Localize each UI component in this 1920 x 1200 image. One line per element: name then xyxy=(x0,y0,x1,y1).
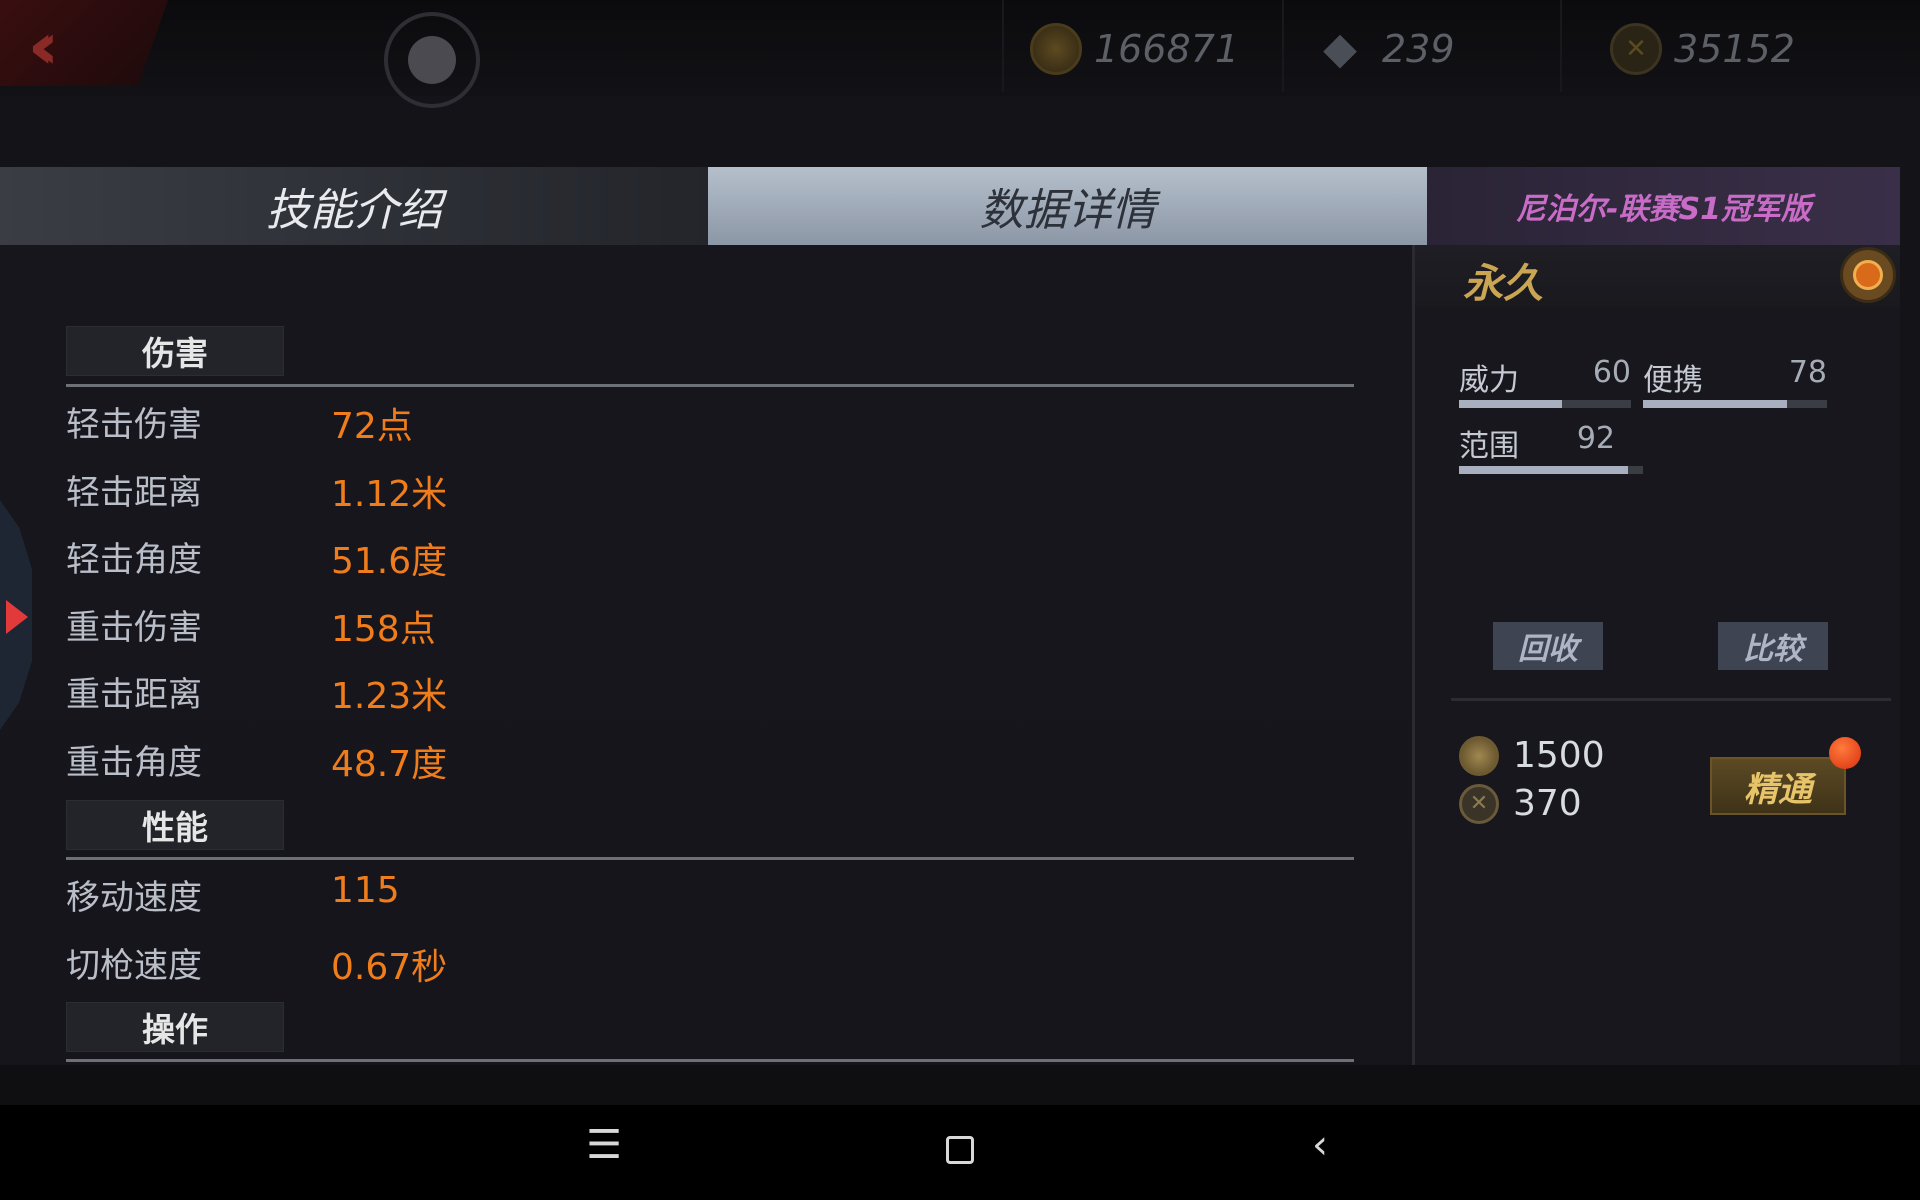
stat-value: 158点 xyxy=(331,609,436,650)
attr-portability: 便携 78 xyxy=(1643,355,1827,410)
gold-coin-icon xyxy=(1459,735,1499,776)
medal-icon: ✕ xyxy=(1610,23,1662,75)
panel-divider xyxy=(1451,698,1891,701)
attr-value: 92 xyxy=(1576,421,1615,456)
divider xyxy=(1560,0,1562,92)
attr-label: 便携 xyxy=(1643,363,1703,398)
medal-icon: ✕ xyxy=(1459,783,1499,824)
menu-icon[interactable]: ☰ xyxy=(574,1122,634,1168)
section-divider xyxy=(66,857,1354,860)
weapon-info-icon[interactable] xyxy=(1840,247,1896,303)
stat-value: 48.7度 xyxy=(331,744,448,785)
back-icon[interactable]: ‹ xyxy=(1290,1122,1350,1168)
medal-currency[interactable]: ✕ 35152 xyxy=(1610,18,1795,80)
tab-skill-intro[interactable]: 技能介绍 xyxy=(0,167,708,245)
compare-button[interactable]: 比较 xyxy=(1718,622,1828,670)
stat-value: 72点 xyxy=(331,406,413,447)
stat-value: 51.6度 xyxy=(331,541,448,582)
cost-gold: 1500 xyxy=(1459,735,1605,776)
stat-label: 切枪速度 xyxy=(66,946,202,986)
gold-coin-icon xyxy=(1030,23,1082,75)
attr-value: 60 xyxy=(1592,355,1631,390)
cost-medal-amount: 370 xyxy=(1513,783,1582,824)
game-bottom-strip xyxy=(0,1065,1920,1105)
home-icon[interactable] xyxy=(930,1122,990,1174)
stat-value: 1.12米 xyxy=(331,474,448,515)
stat-value: 0.67秒 xyxy=(331,947,448,988)
back-chevron-icon: ‹‹ xyxy=(28,10,58,84)
section-divider xyxy=(66,1059,1354,1062)
tab-data-details[interactable]: 数据详情 xyxy=(708,167,1427,245)
attr-value: 78 xyxy=(1788,355,1827,390)
stat-label: 重击角度 xyxy=(66,743,202,783)
stat-label: 轻击距离 xyxy=(66,473,202,513)
section-title-damage: 伤害 xyxy=(66,326,284,376)
expand-arrow-icon[interactable] xyxy=(6,600,28,634)
cost-gold-amount: 1500 xyxy=(1513,735,1605,776)
attr-label: 范围 xyxy=(1459,429,1519,464)
attr-bar-fill xyxy=(1459,400,1563,408)
gold-amount: 166871 xyxy=(1094,27,1240,71)
medal-amount: 35152 xyxy=(1674,27,1795,71)
attr-bar-fill xyxy=(1643,400,1787,408)
attr-range: 范围 92 xyxy=(1459,421,1643,476)
notification-dot-icon xyxy=(1829,737,1861,769)
attr-bar xyxy=(1459,400,1631,408)
cost-medal: ✕ 370 xyxy=(1459,783,1582,824)
diamond-icon: ◆ xyxy=(1323,23,1357,74)
stat-label: 移动速度 xyxy=(66,878,202,918)
data-details-panel[interactable]: 伤害 轻击伤害 72点 轻击距离 1.12米 轻击角度 51.6度 重击伤害 1… xyxy=(0,245,1412,1065)
stat-label: 重击伤害 xyxy=(66,608,202,648)
attr-bar xyxy=(1643,400,1827,408)
attr-bar-fill xyxy=(1459,466,1629,474)
stat-label: 轻击角度 xyxy=(66,540,202,580)
back-button[interactable]: ‹‹ xyxy=(0,0,168,86)
section-title-operation: 操作 xyxy=(66,1002,284,1052)
stat-label: 轻击伤害 xyxy=(66,405,202,445)
section-divider xyxy=(66,384,1354,387)
mastery-button[interactable]: 精通 xyxy=(1710,757,1846,815)
divider xyxy=(1282,0,1284,92)
stat-value: 1.23米 xyxy=(331,676,448,717)
gem-currency[interactable]: ◆ 239 xyxy=(1310,18,1455,80)
stat-label: 重击距离 xyxy=(66,675,202,715)
duration-header: 永久 xyxy=(1415,245,1900,307)
attr-bar xyxy=(1459,466,1643,474)
settings-knob-icon[interactable] xyxy=(384,12,480,108)
attr-label: 威力 xyxy=(1459,363,1519,398)
section-title-performance: 性能 xyxy=(66,800,284,850)
top-bar: ‹‹ 166871 ◆ 239 ✕ 35152 xyxy=(0,0,1920,108)
tab-bar: 技能介绍 数据详情 尼泊尔-联赛S1冠军版 xyxy=(0,167,1900,245)
gold-currency[interactable]: 166871 xyxy=(1030,18,1239,80)
attr-power: 威力 60 xyxy=(1459,355,1631,410)
gem-amount: 239 xyxy=(1382,27,1455,71)
divider xyxy=(1002,0,1004,92)
weapon-info-panel: 永久 威力 60 便携 78 范围 92 回收 比较 1500 ✕ 370 精通 xyxy=(1412,245,1900,1065)
recycle-button[interactable]: 回收 xyxy=(1493,622,1603,670)
duration-label: 永久 xyxy=(1463,261,1543,307)
stat-value: 115 xyxy=(331,870,400,911)
weapon-name-title: 尼泊尔-联赛S1冠军版 xyxy=(1427,167,1900,245)
